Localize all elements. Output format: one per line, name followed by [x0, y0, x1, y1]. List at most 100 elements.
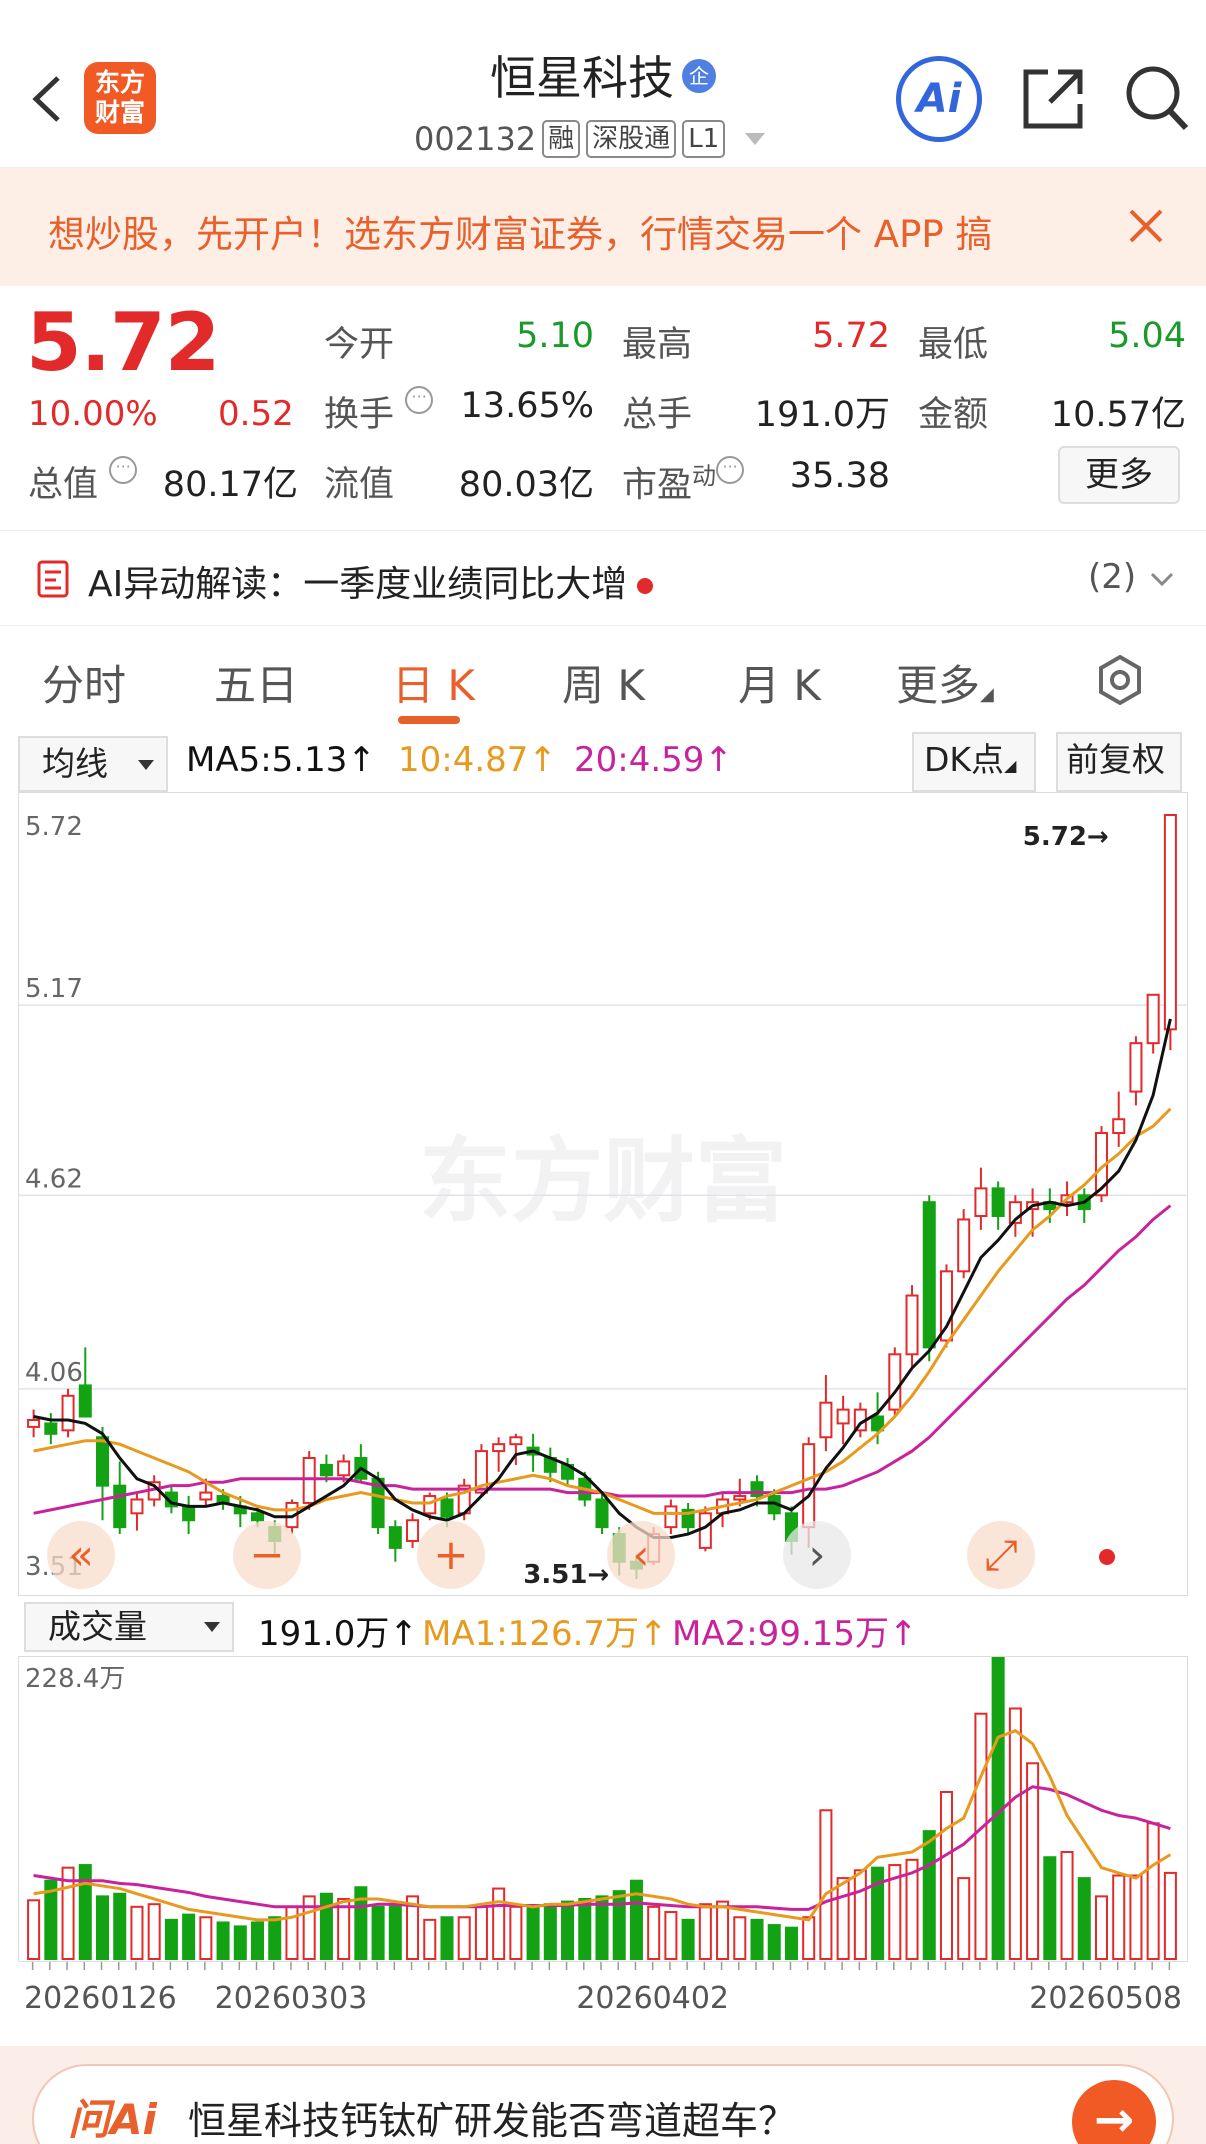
- volume-bar: [716, 1900, 730, 1961]
- change-amount: 0.52: [218, 394, 294, 434]
- volume-bar: [492, 1887, 506, 1961]
- zoom-in-icon[interactable]: +: [417, 1521, 485, 1589]
- nav-next-icon[interactable]: ›: [783, 1521, 851, 1589]
- share-icon[interactable]: [1020, 66, 1086, 132]
- ai-insight-label: AI异动解读：一季度业绩同比大增: [88, 564, 628, 605]
- candle-body: [251, 1512, 265, 1522]
- ma5-readout: MA5:5.13↑: [186, 740, 376, 780]
- tab-five-day[interactable]: 五日: [214, 652, 298, 713]
- ma10-readout: 10:4.87↑: [398, 740, 557, 780]
- info-dots-icon[interactable]: ···: [405, 386, 434, 414]
- zoom-out-icon[interactable]: −: [233, 1521, 301, 1589]
- close-icon[interactable]: [1128, 208, 1164, 244]
- account-promo-banner[interactable]: 想炒股，先开户！选东方财富证券，行情交易一个 APP 搞: [0, 168, 1206, 286]
- candle-body: [733, 1495, 747, 1501]
- tab-daily-k[interactable]: 日 K: [392, 652, 475, 713]
- volume-bar: [767, 1924, 781, 1960]
- volume-chart[interactable]: 228.4万: [18, 1655, 1188, 1962]
- candle-body: [182, 1505, 196, 1522]
- volume-bar: [939, 1790, 953, 1960]
- info-dots-icon[interactable]: ···: [716, 456, 745, 484]
- tab-more-label: 更多: [896, 661, 981, 710]
- search-icon[interactable]: [1124, 64, 1190, 134]
- tab-monthly-k[interactable]: 月 K: [738, 652, 821, 713]
- fullscreen-icon[interactable]: ⤢: [967, 1521, 1035, 1589]
- volume-bar: [733, 1916, 747, 1960]
- stock-detail-page: 东方 财富 恒星科技企 002132 融 深股通 L1 Ai 想炒股，先开户！选…: [0, 0, 1206, 2144]
- volume-bar: [113, 1892, 127, 1960]
- vol-ma1-readout: MA1:126.7万↑: [422, 1614, 668, 1654]
- stock-code-line[interactable]: 002132 融 深股通 L1: [414, 117, 766, 161]
- ma10-text: 10:4.87: [398, 740, 529, 780]
- ai-question-pill[interactable]: 问Ai 恒星科技钙钛矿研发能否弯道超车？ →: [32, 2064, 1174, 2144]
- volume-text: 191.0万: [258, 1614, 390, 1654]
- vol-ma2-text: MA2:99.15万: [672, 1614, 890, 1654]
- volume-bar: [526, 1905, 540, 1960]
- volume-bar: [664, 1911, 678, 1960]
- ai-insight-count: (2): [1088, 557, 1137, 597]
- volume-bar: [1077, 1877, 1091, 1960]
- ma20-readout: 20:4.59↑: [574, 740, 733, 780]
- candle-body: [337, 1460, 351, 1477]
- turnover-label: 换手 ···: [324, 386, 434, 437]
- float-cap-label: 流值: [324, 465, 395, 505]
- candle-body: [388, 1526, 402, 1549]
- candle-body: [509, 1436, 523, 1446]
- ma20-line: [33, 1204, 1172, 1515]
- kline-chart-svg[interactable]: 东方财富5.725.174.624.063.515.72→3.51→«−+‹›⤢: [19, 793, 1187, 1595]
- candle-body: [957, 1218, 971, 1273]
- nav-prev-icon[interactable]: ‹: [607, 1521, 675, 1589]
- volume-chart-svg[interactable]: 228.4万: [19, 1655, 1187, 1961]
- arrow-right-icon[interactable]: →: [1072, 2080, 1156, 2144]
- volume-bar: [750, 1918, 764, 1961]
- price-adjust-button[interactable]: 前复权: [1056, 732, 1182, 792]
- volume-indicator-select[interactable]: 成交量: [24, 1602, 234, 1652]
- ma-indicator-select[interactable]: 均线: [18, 736, 168, 792]
- candle-body: [836, 1408, 850, 1425]
- nav-button-glyph: ‹: [633, 1530, 650, 1579]
- candle-body: [319, 1463, 333, 1477]
- candle-body: [302, 1457, 316, 1504]
- more-fields-button[interactable]: 更多: [1058, 446, 1180, 504]
- candle-body: [423, 1495, 437, 1515]
- price-annotation: 3.51→: [523, 1560, 609, 1590]
- x-tick-label: 20260126: [24, 1981, 177, 2016]
- kline-chart[interactable]: 东方财富5.725.174.624.063.515.72→3.51→«−+‹›⤢: [18, 792, 1188, 1596]
- candle-body: [1146, 993, 1160, 1045]
- volume-bar: [1129, 1874, 1143, 1960]
- open-label: 今开: [324, 325, 395, 365]
- ai-insight-row[interactable]: AI异动解读：一季度业绩同比大增 (2): [0, 530, 1206, 626]
- nav-button-glyph: ⤢: [984, 1530, 1018, 1579]
- volume-readout: 191.0万↑: [258, 1614, 418, 1654]
- candle-body: [113, 1484, 127, 1529]
- ai-question-bar: 问Ai 恒星科技钙钛矿研发能否弯道超车？ →: [0, 2046, 1206, 2144]
- dk-point-button[interactable]: DK点◢: [912, 732, 1036, 792]
- volume-bar: [1146, 1822, 1160, 1960]
- candle-body: [1163, 814, 1177, 1031]
- amount-label: 金额: [918, 395, 989, 435]
- y-tick-label: 4.62: [25, 1164, 83, 1194]
- candle-body: [406, 1519, 420, 1542]
- volume-bar: [423, 1918, 437, 1961]
- chevron-down-icon[interactable]: [745, 133, 766, 145]
- settings-gear-icon[interactable]: [1094, 654, 1146, 706]
- tab-intraday[interactable]: 分时: [42, 652, 126, 713]
- caret-down-icon: [138, 760, 154, 770]
- ai-question-text: 恒星科技钙钛矿研发能否弯道超车？: [188, 2099, 797, 2143]
- tab-more[interactable]: 更多◢: [896, 652, 994, 713]
- candle-body: [664, 1505, 678, 1529]
- chevron-down-icon[interactable]: [1150, 571, 1174, 587]
- volume-bar: [561, 1900, 575, 1961]
- price-annotation: 5.72→: [1023, 822, 1109, 852]
- candle-body: [819, 1401, 833, 1439]
- nav-first-icon[interactable]: «: [47, 1521, 115, 1589]
- candle-body: [95, 1436, 110, 1487]
- candle-body: [199, 1491, 213, 1501]
- ai-assistant-button[interactable]: Ai: [896, 56, 982, 142]
- date-axis: 20260126 20260303 20260402 20260508: [24, 1962, 1182, 2016]
- tab-weekly-k[interactable]: 周 K: [562, 652, 645, 713]
- y-tick-label: 5.17: [25, 974, 83, 1004]
- caret-down-icon: [204, 1622, 220, 1632]
- x-tick-label: 20260402: [576, 1981, 729, 2016]
- info-dots-icon[interactable]: ···: [109, 456, 138, 484]
